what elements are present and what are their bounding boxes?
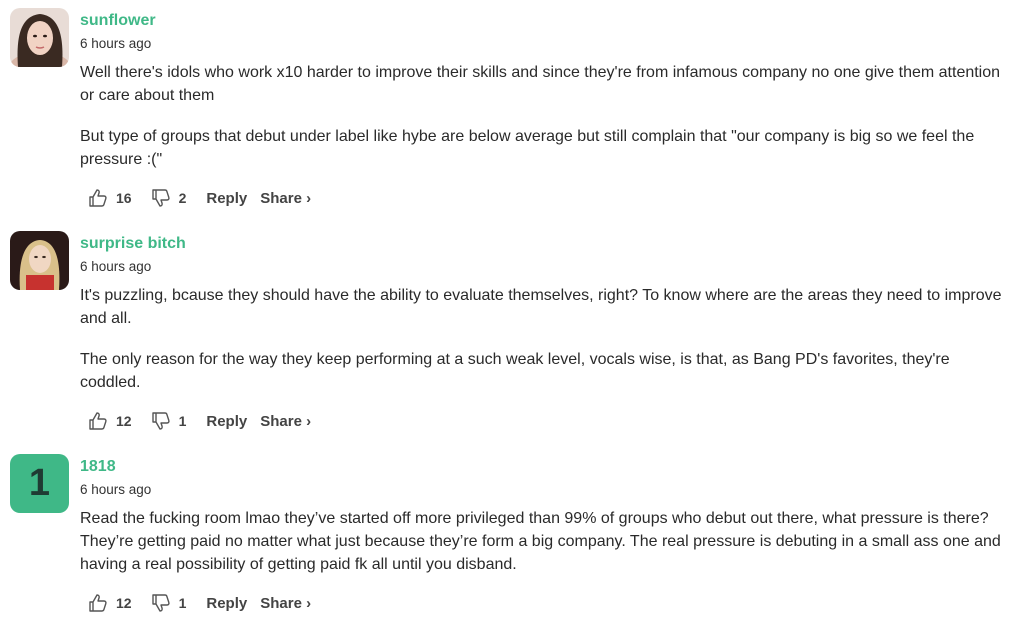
thumbs-up-icon[interactable] [88,411,108,431]
downvote-count: 1 [178,595,187,611]
comment-timestamp[interactable]: 6 hours ago [80,35,1014,53]
thumbs-up-icon[interactable] [88,188,108,208]
reply-button[interactable]: Reply [206,595,247,612]
avatar[interactable] [10,8,69,67]
upvote-count: 12 [116,595,132,611]
comment-text: It's puzzling, bcause they should have t… [80,287,1002,327]
comment-timestamp[interactable]: 6 hours ago [80,258,1014,276]
thumbs-down-icon[interactable] [151,411,171,431]
comment-text: Well there's idols who work x10 harder t… [80,64,1001,104]
comment-timestamp[interactable]: 6 hours ago [80,481,1014,499]
comment: 1 1818 6 hours ago Read the fucking room… [0,454,1014,615]
upvote-count: 12 [116,413,132,429]
thumbs-up-icon[interactable] [88,593,108,613]
reply-button[interactable]: Reply [206,413,247,430]
avatar[interactable]: 1 [10,454,69,513]
comment: sunflower 6 hours ago Well there's idols… [0,8,1014,210]
comment-author[interactable]: sunflower [80,8,1014,31]
comment-actions: 12 1 Reply Share › [88,591,1014,615]
share-button[interactable]: Share › [260,190,311,207]
downvote-count: 2 [178,190,187,206]
comment-actions: 12 1 Reply Share › [88,409,1014,433]
share-button[interactable]: Share › [260,595,311,612]
avatar[interactable] [10,231,69,290]
thumbs-down-icon[interactable] [151,593,171,613]
comment-text: The only reason for the way they keep pe… [80,351,950,391]
share-button[interactable]: Share › [260,413,311,430]
comment-author[interactable]: surprise bitch [80,231,1014,254]
reply-button[interactable]: Reply [206,190,247,207]
comment-actions: 16 2 Reply Share › [88,186,1014,210]
thumbs-down-icon[interactable] [151,188,171,208]
comment-text: Read the fucking room lmao they’ve start… [80,510,1001,573]
comment: surprise bitch 6 hours ago It's puzzling… [0,231,1014,433]
downvote-count: 1 [178,413,187,429]
comment-text: But type of groups that debut under labe… [80,128,975,168]
comment-author[interactable]: 1818 [80,454,1014,477]
upvote-count: 16 [116,190,132,206]
